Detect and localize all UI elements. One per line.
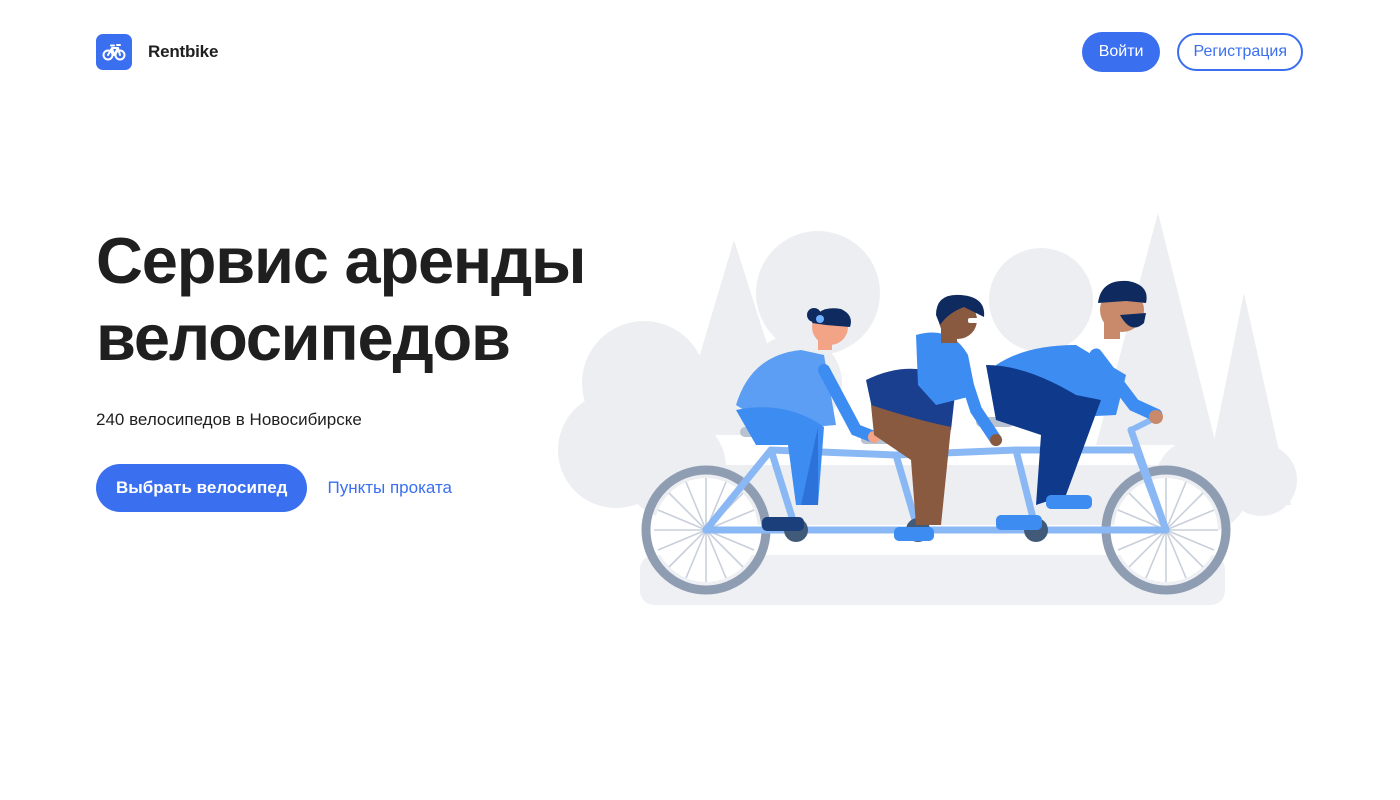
rental-points-link[interactable]: Пункты проката bbox=[327, 478, 452, 498]
hero-illustration bbox=[556, 205, 1300, 615]
tandem-bike-illustration bbox=[558, 213, 1297, 605]
auth-buttons: Войти Регистрация bbox=[1081, 32, 1303, 72]
hero-title: Сервис аренды велосипедов bbox=[96, 222, 616, 376]
register-button[interactable]: Регистрация bbox=[1177, 33, 1303, 71]
brand-name: Rentbike bbox=[148, 42, 219, 61]
bicycle-icon bbox=[96, 34, 132, 70]
cta-row: Выбрать велосипед Пункты проката bbox=[96, 464, 616, 512]
choose-bike-button[interactable]: Выбрать велосипед bbox=[96, 464, 308, 512]
header: Rentbike Войти Регистрация bbox=[96, 32, 1303, 72]
hero-title-line-2: велосипедов bbox=[96, 301, 511, 374]
brand-link[interactable]: Rentbike bbox=[96, 34, 218, 70]
landing-page: Rentbike Войти Регистрация Сервис аренды… bbox=[0, 0, 1400, 800]
hero-title-line-1: Сервис аренды bbox=[96, 224, 587, 297]
hero-section: Сервис аренды велосипедов 240 велосипедо… bbox=[96, 222, 616, 512]
hero-subtitle: 240 велосипедов в Новосибирске bbox=[96, 410, 362, 429]
login-button[interactable]: Войти bbox=[1081, 32, 1161, 72]
